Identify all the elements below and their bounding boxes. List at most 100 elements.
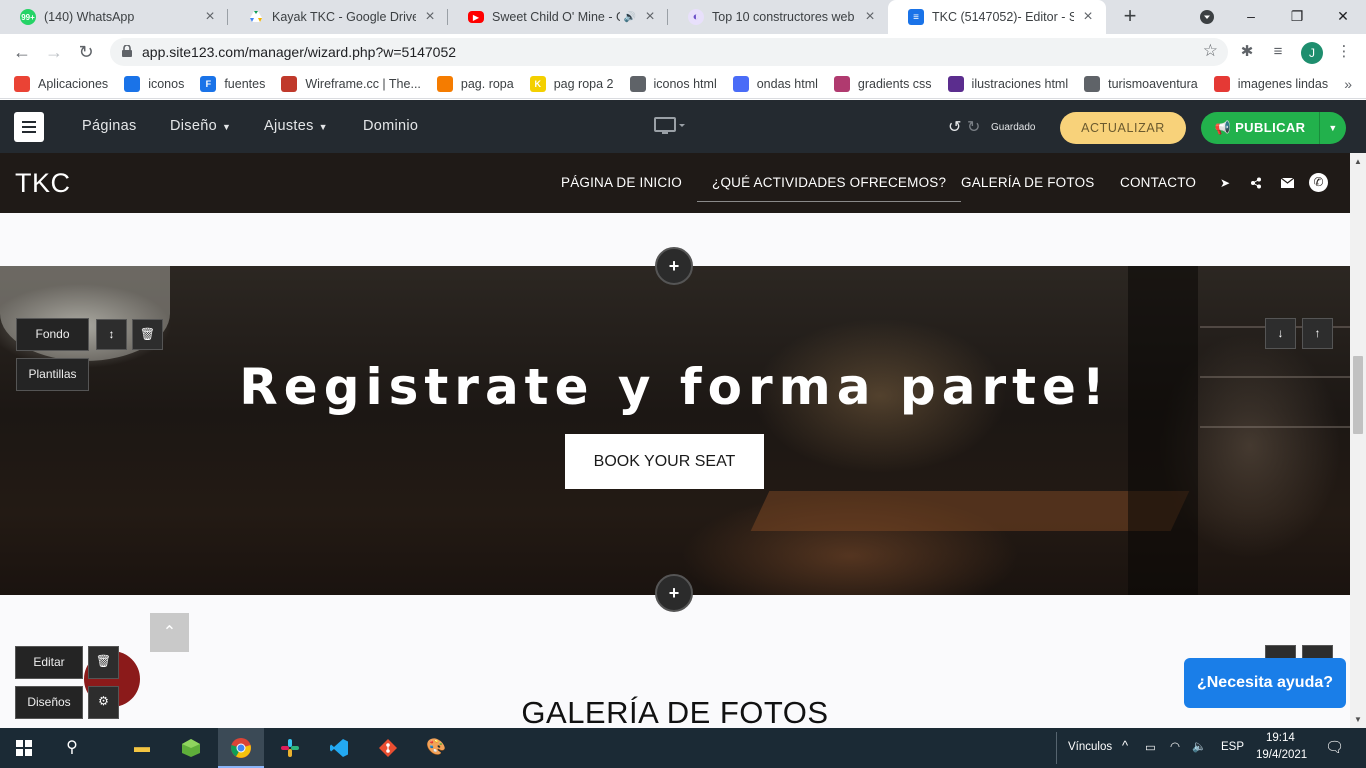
notifications-icon[interactable]: 🗨 (1325, 738, 1344, 756)
share-icon[interactable] (1248, 175, 1264, 191)
edit-button[interactable]: Editar (15, 646, 83, 679)
profile-avatar[interactable]: J (1301, 42, 1323, 64)
close-tab-icon[interactable]: × (862, 8, 878, 26)
chevron-up-icon[interactable]: ^ (1122, 738, 1128, 753)
bookmark-item[interactable]: Ffuentes (200, 76, 265, 92)
nav-contact[interactable]: CONTACTO (1120, 175, 1196, 190)
update-button[interactable]: ACTUALIZAR (1060, 112, 1186, 144)
designs-button[interactable]: Diseños (15, 686, 83, 719)
clock-time[interactable]: 19:14 (1266, 732, 1295, 744)
wifi-icon[interactable]: ◠ (1170, 739, 1180, 753)
audio-playing-icon[interactable]: 🔊 (624, 12, 636, 23)
address-bar[interactable]: app.site123.com/manager/wizard.php?w=514… (110, 38, 1228, 66)
publish-button[interactable]: 📢 PUBLICAR ▼ (1201, 112, 1346, 144)
settings-gear-icon[interactable]: ⚙ (88, 686, 119, 719)
tab-top10[interactable]: ◐ Top 10 constructores web – 2 × (668, 0, 888, 34)
whatsapp-icon[interactable]: ✆ (1309, 173, 1328, 192)
paint-app-icon[interactable]: 🎨 (424, 736, 448, 760)
move-up-icon[interactable]: ↑ (1302, 318, 1333, 349)
menu-design[interactable]: Diseño ▼ (170, 118, 231, 134)
tab-site123-editor[interactable]: ≡ TKC (5147052)- Editor - SITE1 × (888, 0, 1106, 34)
volume-icon[interactable]: 🔈 (1192, 739, 1206, 753)
language-indicator[interactable]: ESP (1221, 741, 1244, 753)
delete-section-icon[interactable]: 🗑 (88, 646, 119, 679)
menu-settings[interactable]: Ajustes ▼ (264, 118, 328, 134)
minimize-icon[interactable]: – (1228, 0, 1274, 34)
close-tab-icon[interactable]: × (422, 8, 438, 26)
redo-icon[interactable]: ↻ (967, 117, 980, 137)
browser-menu-icon[interactable]: ⋮ (1334, 42, 1354, 62)
bookmark-item[interactable]: Wireframe.cc | The... (281, 76, 421, 92)
delete-section-icon[interactable]: 🗑 (132, 319, 163, 350)
close-window-icon[interactable]: ✕ (1320, 0, 1366, 34)
windows-start-icon[interactable] (12, 736, 36, 760)
menu-domain[interactable]: Dominio (363, 118, 418, 134)
tab-google-drive[interactable]: Kayak TKC - Google Drive × (228, 0, 448, 34)
media-control-icon[interactable]: ≡ (1268, 42, 1288, 62)
chrome-icon[interactable] (229, 736, 253, 760)
cube-app-icon[interactable] (179, 736, 203, 760)
close-tab-icon[interactable]: × (202, 8, 218, 26)
more-bookmarks-icon[interactable]: » (1344, 76, 1352, 92)
help-chat-button[interactable]: ¿Necesita ayuda? (1184, 658, 1346, 708)
move-down-icon[interactable] (1265, 645, 1296, 659)
tab-youtube[interactable]: ▶ Sweet Child O' Mine - Gu 🔊 × (448, 0, 668, 34)
menu-pages[interactable]: Páginas (82, 118, 137, 134)
desktop-preview-icon[interactable] (654, 116, 688, 136)
move-down-icon[interactable]: ↓ (1265, 318, 1296, 349)
url-text[interactable]: app.site123.com/manager/wizard.php?w=514… (142, 44, 456, 60)
slack-icon[interactable] (278, 736, 302, 760)
close-tab-icon[interactable]: × (642, 8, 658, 26)
bookmark-item[interactable]: pag. ropa (436, 76, 514, 92)
resize-height-icon[interactable]: ↕ (96, 319, 127, 350)
vscode-icon[interactable] (327, 736, 351, 760)
clock-date[interactable]: 19/4/2021 (1256, 749, 1307, 761)
site-logo[interactable]: TKC (15, 168, 71, 199)
reload-icon[interactable]: ↻ (74, 40, 98, 64)
bookmark-star-icon[interactable]: ☆ (1203, 41, 1218, 61)
gallery-heading[interactable]: GALERÍA DE FOTOS (0, 695, 1350, 728)
nav-gallery[interactable]: GALERÍA DE FOTOS (961, 175, 1095, 190)
templates-button[interactable]: Plantillas (16, 358, 89, 391)
bookmark-item[interactable]: Kpag ropa 2 (529, 76, 614, 92)
links-toolbar[interactable]: Vínculos (1068, 741, 1112, 753)
forward-icon[interactable]: → (42, 40, 66, 64)
hero-title[interactable]: Registrate y forma parte! (0, 358, 1350, 416)
new-tab-button[interactable]: + (1118, 4, 1142, 28)
close-tab-icon[interactable]: × (1080, 8, 1096, 26)
bookmark-item[interactable]: turismoaventura (1084, 76, 1198, 92)
bookmark-item[interactable]: iconos html (629, 76, 717, 92)
add-section-button[interactable]: + (655, 574, 693, 612)
battery-icon[interactable]: ▭ (1145, 740, 1156, 754)
extensions-icon[interactable]: ✱ (1237, 42, 1257, 62)
bookmark-item[interactable]: ondas html (732, 76, 818, 92)
book-seat-button[interactable]: BOOK YOUR SEAT (565, 434, 764, 489)
nav-activities[interactable]: ¿QUÉ ACTIVIDADES OFRECEMOS? (696, 175, 962, 202)
back-icon[interactable]: ← (10, 40, 34, 64)
scroll-down-icon[interactable]: ▼ (1354, 715, 1362, 724)
nav-home[interactable]: PÁGINA DE INICIO (561, 175, 682, 190)
add-section-button[interactable]: + (655, 247, 693, 285)
bookmark-item[interactable]: ilustraciones html (947, 76, 1068, 92)
bookmark-item[interactable]: Aplicaciones (14, 76, 108, 92)
publish-options-caret[interactable]: ▼ (1319, 112, 1346, 144)
page-scrollbar[interactable]: ▲ ▼ (1350, 153, 1366, 728)
search-icon[interactable]: ⚲ (60, 736, 84, 760)
location-arrow-icon[interactable]: ➤ (1217, 175, 1233, 191)
bookmark-item[interactable]: gradients css (833, 76, 932, 92)
file-explorer-icon[interactable]: ▬ (130, 736, 154, 760)
envelope-icon[interactable] (1279, 175, 1295, 191)
undo-icon[interactable]: ↺ (948, 117, 961, 137)
git-icon[interactable] (376, 736, 400, 760)
scroll-up-icon[interactable]: ▲ (1354, 157, 1362, 166)
bookmark-item[interactable]: imagenes lindas (1213, 76, 1328, 92)
tab-search-icon[interactable] (1184, 0, 1230, 34)
tab-whatsapp[interactable]: 99+ (140) WhatsApp × (0, 0, 228, 34)
move-up-icon[interactable] (1302, 645, 1333, 659)
maximize-icon[interactable]: ❐ (1274, 0, 1320, 34)
scroll-thumb[interactable] (1353, 356, 1363, 434)
bookmark-item[interactable]: iconos (124, 76, 184, 92)
back-to-top-button[interactable]: ⌃ (150, 613, 189, 652)
background-button[interactable]: Fondo (16, 318, 89, 351)
editor-menu-icon[interactable] (14, 112, 44, 142)
